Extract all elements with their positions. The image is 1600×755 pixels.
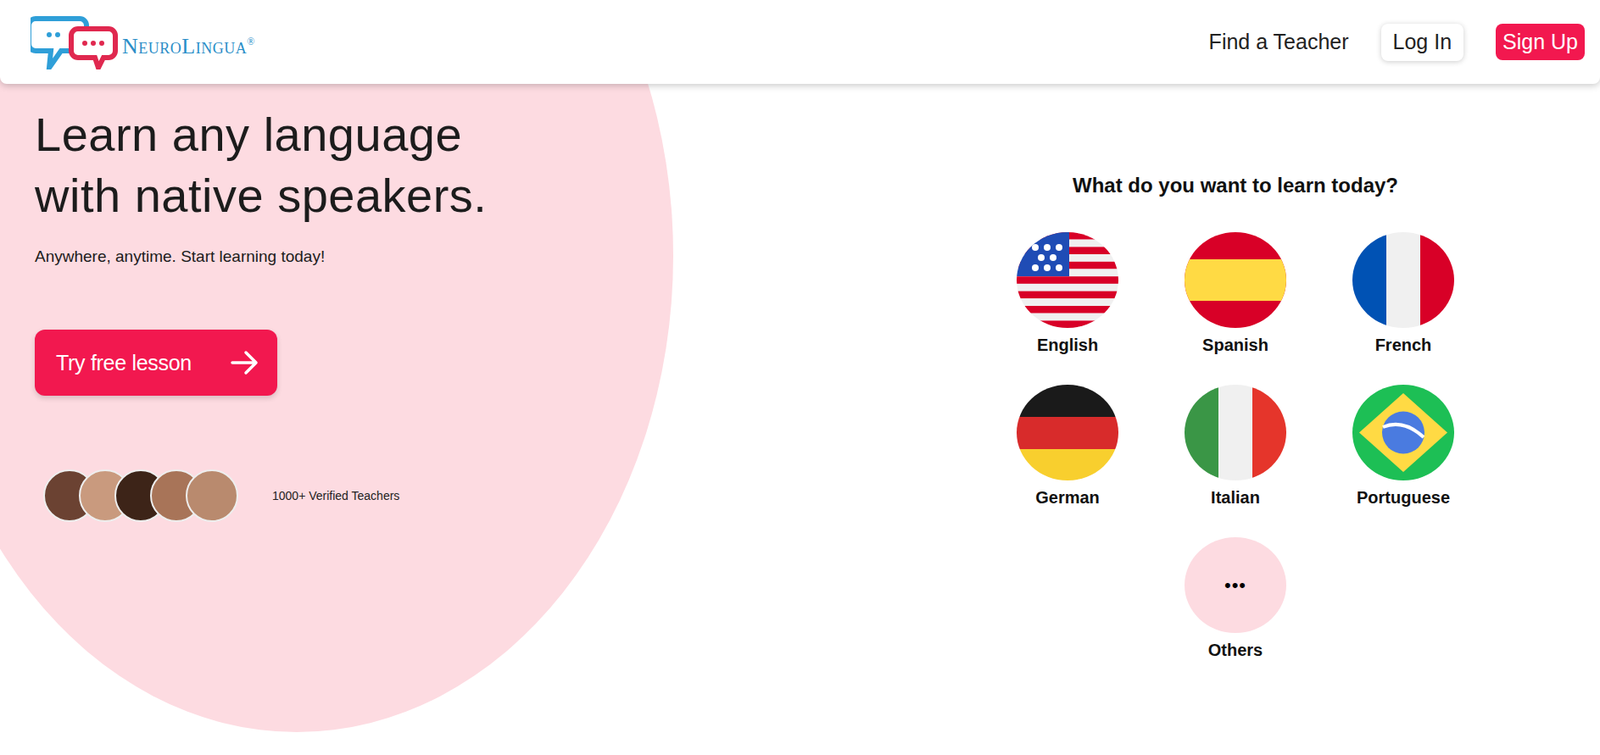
nav-link[interactable]: Sign Up xyxy=(1495,23,1585,61)
main: Learn any languagewith native speakers. A… xyxy=(0,83,1600,755)
language-option[interactable]: Spanish xyxy=(1151,232,1320,356)
language-name: German xyxy=(1035,487,1100,508)
language-name: Italian xyxy=(1210,487,1260,508)
teachers: 1000+ Verified Teachers xyxy=(34,469,939,523)
es-flag-icon xyxy=(1184,232,1287,329)
language-name: Spanish xyxy=(1202,334,1269,356)
language-option[interactable]: Italian xyxy=(1151,384,1320,508)
de-flag-icon xyxy=(1016,384,1119,481)
try-free-lesson-button[interactable]: Try free lesson xyxy=(34,329,278,396)
language-picker: What do you want to learn today? English S… xyxy=(938,83,1533,755)
logo[interactable]: NeuroLingua® xyxy=(30,15,256,70)
us-flag-icon xyxy=(1016,232,1119,329)
avatar-group xyxy=(43,469,239,523)
it-flag-icon xyxy=(1184,384,1287,481)
language-option[interactable]: French xyxy=(1319,232,1488,356)
language-name: Others xyxy=(1208,640,1263,661)
picker-title: What do you want to learn today? xyxy=(1072,172,1399,199)
speech-bubbles-icon xyxy=(30,15,119,70)
language-option[interactable]: Portuguese xyxy=(1319,384,1488,508)
language-option[interactable]: German xyxy=(983,384,1152,508)
header: NeuroLingua® Find a Teacher Log In Sign Up xyxy=(0,0,1600,84)
language-name: French xyxy=(1375,334,1433,356)
subtitle: Anywhere, anytime. Start learning today! xyxy=(34,245,939,268)
nav: Find a Teacher Log In Sign Up xyxy=(1209,23,1585,62)
nav-link[interactable]: Find a Teacher xyxy=(1209,29,1350,55)
nav-link[interactable]: Log In xyxy=(1381,23,1465,62)
logo-text: NeuroLingua® xyxy=(122,33,256,60)
headline: Learn any languagewith native speakers. xyxy=(34,104,939,227)
language-name: Portuguese xyxy=(1356,487,1450,508)
hero: Learn any languagewith native speakers. A… xyxy=(0,83,939,755)
language-option[interactable]: ••• Others xyxy=(1151,537,1320,661)
language-name: English xyxy=(1036,334,1099,356)
fr-flag-icon xyxy=(1352,232,1455,329)
page: NeuroLingua® Find a Teacher Log In Sign Up L… xyxy=(0,0,1600,755)
avatar xyxy=(185,469,239,523)
language-grid: English Spanish French German Italian Portugu… xyxy=(983,232,1488,661)
language-option[interactable]: English xyxy=(983,232,1152,356)
arrow-right-icon xyxy=(229,350,261,376)
teachers-count: 1000+ Verified Teachers xyxy=(272,489,400,503)
more-icon: ••• xyxy=(1184,537,1287,634)
br-flag-icon xyxy=(1352,384,1455,481)
